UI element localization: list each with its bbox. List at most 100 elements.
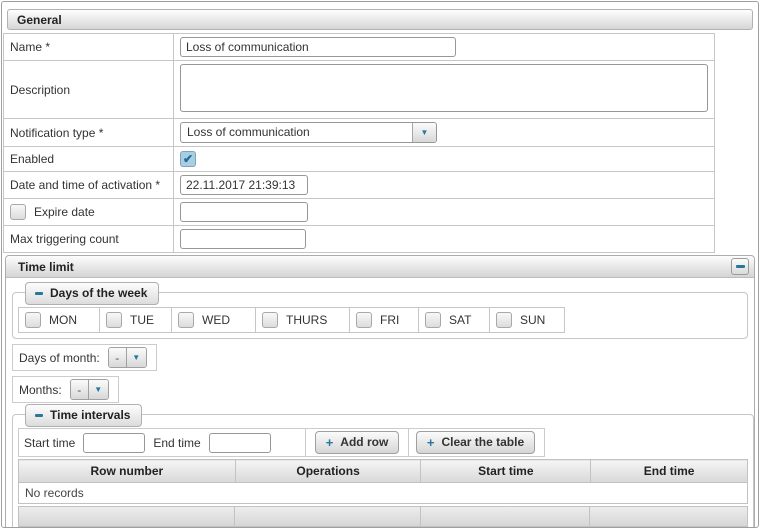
days-of-month-dropdown-button[interactable]: ▼ bbox=[126, 348, 146, 367]
day-cell-sat: SAT bbox=[419, 308, 490, 332]
days-of-week-legend-button[interactable]: Days of the week bbox=[25, 282, 159, 305]
enabled-label: Enabled bbox=[4, 147, 174, 172]
row-name: Name * bbox=[4, 34, 715, 61]
row-max-triggering: Max triggering count bbox=[4, 226, 715, 253]
months-dropdown-button[interactable]: ▼ bbox=[88, 380, 108, 399]
row-activation: Date and time of activation * bbox=[4, 172, 715, 199]
time-limit-header: Time limit bbox=[6, 256, 754, 278]
time-limit-panel: Time limit Days of the week MON bbox=[5, 255, 755, 528]
day-checkbox-sat[interactable] bbox=[425, 312, 441, 328]
time-inputs-cell: Start time End time bbox=[19, 429, 306, 456]
notification-type-combo[interactable]: Loss of communication ▼ bbox=[180, 122, 437, 143]
months-row: Months: - ▼ bbox=[12, 376, 119, 403]
minus-icon bbox=[736, 265, 745, 268]
add-row-cell: + Add row bbox=[306, 429, 409, 456]
expire-date-label: Expire date bbox=[34, 205, 95, 219]
days-of-month-value[interactable]: - bbox=[109, 348, 126, 367]
months-combo[interactable]: - ▼ bbox=[70, 379, 109, 400]
clear-table-button-label: Clear the table bbox=[441, 435, 524, 449]
plus-icon: + bbox=[427, 436, 435, 449]
grid-header-end-time[interactable]: End time bbox=[591, 460, 748, 483]
page-container: General Name * Description Notification … bbox=[1, 1, 759, 528]
chevron-down-icon: ▼ bbox=[132, 354, 140, 362]
day-checkbox-thurs[interactable] bbox=[262, 312, 278, 328]
activation-label: Date and time of activation * bbox=[4, 172, 174, 199]
chevron-down-icon: ▼ bbox=[94, 386, 102, 394]
minus-icon bbox=[35, 292, 43, 295]
general-section-header: General bbox=[7, 9, 753, 30]
notification-type-label: Notification type * bbox=[4, 119, 174, 147]
day-cell-thurs: THURS bbox=[256, 308, 350, 332]
name-input[interactable] bbox=[180, 37, 456, 57]
day-label-sat: SAT bbox=[449, 313, 471, 327]
days-of-month-row: Days of month: - ▼ bbox=[12, 344, 157, 371]
grid-footer-cell bbox=[590, 507, 747, 526]
day-label-mon: MON bbox=[49, 313, 77, 327]
day-cell-mon: MON bbox=[19, 308, 100, 332]
description-label: Description bbox=[4, 61, 174, 119]
start-time-label: Start time bbox=[24, 436, 75, 450]
grid-footer-cell bbox=[19, 507, 235, 526]
grid-header-start-time[interactable]: Start time bbox=[421, 460, 591, 483]
time-limit-title: Time limit bbox=[18, 260, 74, 274]
expire-date-checkbox[interactable] bbox=[10, 204, 26, 220]
days-of-week-fieldset: Days of the week MON TUE WED bbox=[12, 292, 748, 339]
day-label-thurs: THURS bbox=[286, 313, 327, 327]
check-icon: ✔ bbox=[183, 152, 193, 166]
day-label-tue: TUE bbox=[130, 313, 154, 327]
max-triggering-input[interactable] bbox=[180, 229, 306, 249]
day-cell-sun: SUN bbox=[490, 308, 564, 332]
days-of-month-combo[interactable]: - ▼ bbox=[108, 347, 147, 368]
enabled-checkbox[interactable]: ✔ bbox=[180, 151, 196, 167]
day-label-sun: SUN bbox=[520, 313, 545, 327]
chevron-down-icon: ▼ bbox=[421, 129, 429, 137]
grid-header-operations[interactable]: Operations bbox=[235, 460, 421, 483]
time-limit-body: Days of the week MON TUE WED bbox=[6, 278, 754, 528]
time-limit-collapse-button[interactable] bbox=[731, 258, 749, 275]
grid-empty-row: No records bbox=[19, 483, 748, 504]
day-checkbox-sun[interactable] bbox=[496, 312, 512, 328]
time-intervals-grid: Row number Operations Start time End tim… bbox=[18, 459, 748, 504]
start-time-input[interactable] bbox=[83, 433, 145, 453]
notification-type-value[interactable]: Loss of communication bbox=[181, 123, 412, 142]
day-label-wed: WED bbox=[202, 313, 230, 327]
time-intervals-legend-label: Time intervals bbox=[50, 408, 130, 422]
days-of-month-label: Days of month: bbox=[19, 351, 100, 365]
row-notification-type: Notification type * Loss of communicatio… bbox=[4, 119, 715, 147]
day-checkbox-fri[interactable] bbox=[356, 312, 372, 328]
days-of-week-legend-label: Days of the week bbox=[50, 286, 147, 300]
time-intervals-toolbar: Start time End time + Add row + bbox=[18, 428, 545, 457]
grid-footer-row bbox=[18, 506, 748, 527]
plus-icon: + bbox=[326, 436, 334, 449]
end-time-label: End time bbox=[153, 436, 200, 450]
grid-header-row-number[interactable]: Row number bbox=[19, 460, 236, 483]
description-textarea[interactable] bbox=[180, 64, 708, 112]
no-records-text: No records bbox=[19, 483, 748, 504]
time-intervals-legend-button[interactable]: Time intervals bbox=[25, 404, 142, 427]
clear-table-button[interactable]: + Clear the table bbox=[416, 431, 535, 454]
row-enabled: Enabled ✔ bbox=[4, 147, 715, 172]
general-title: General bbox=[17, 13, 62, 27]
clear-table-cell: + Clear the table bbox=[409, 429, 542, 456]
activation-datetime-input[interactable] bbox=[180, 175, 308, 195]
grid-footer-cell bbox=[421, 507, 591, 526]
notification-type-dropdown-button[interactable]: ▼ bbox=[412, 123, 436, 142]
months-value[interactable]: - bbox=[71, 380, 88, 399]
max-triggering-label: Max triggering count bbox=[4, 226, 174, 253]
day-checkbox-tue[interactable] bbox=[106, 312, 122, 328]
expire-date-input[interactable] bbox=[180, 202, 308, 222]
end-time-input[interactable] bbox=[209, 433, 271, 453]
day-checkbox-wed[interactable] bbox=[178, 312, 194, 328]
day-cell-tue: TUE bbox=[100, 308, 172, 332]
general-form-table: Name * Description Notification type * L… bbox=[3, 33, 715, 253]
name-label: Name * bbox=[4, 34, 174, 61]
day-label-fri: FRI bbox=[380, 313, 399, 327]
day-checkbox-mon[interactable] bbox=[25, 312, 41, 328]
days-of-week-table: MON TUE WED THURS bbox=[18, 307, 565, 333]
row-description: Description bbox=[4, 61, 715, 119]
minus-icon bbox=[35, 414, 43, 417]
add-row-button[interactable]: + Add row bbox=[315, 431, 400, 454]
day-cell-fri: FRI bbox=[350, 308, 419, 332]
months-label: Months: bbox=[19, 383, 62, 397]
day-cell-wed: WED bbox=[172, 308, 256, 332]
